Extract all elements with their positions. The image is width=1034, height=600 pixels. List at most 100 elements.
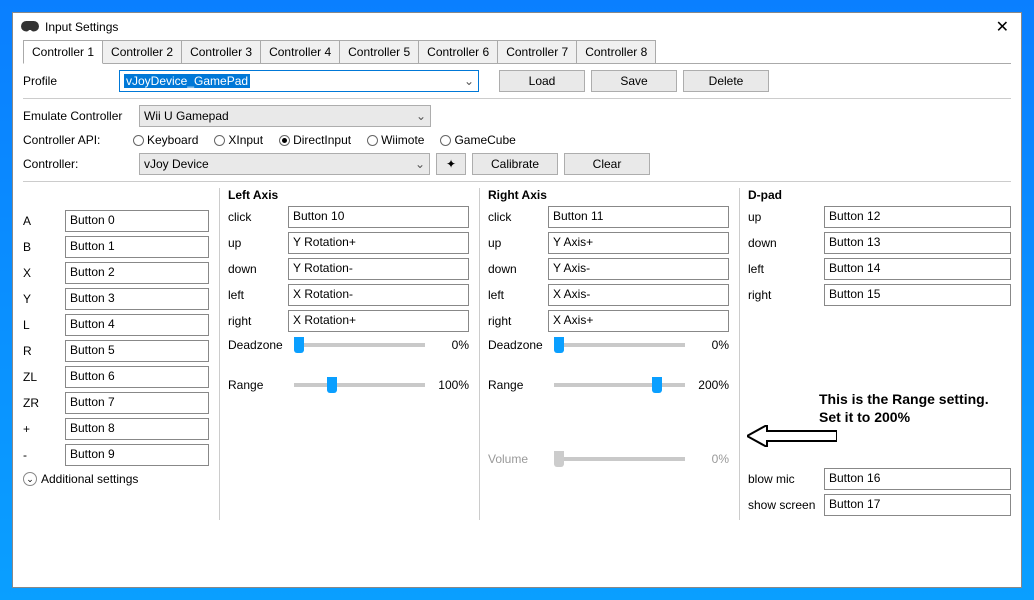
save-button[interactable]: Save	[591, 70, 677, 92]
right-axis-section: Right Axis clickButton 11 upY Axis+ down…	[479, 188, 729, 520]
blow-mic-label: blow mic	[748, 472, 824, 486]
tab-controller-7[interactable]: Controller 7	[497, 40, 577, 64]
tab-controller-6[interactable]: Controller 6	[418, 40, 498, 64]
key-zr: ZR	[23, 396, 65, 410]
emulate-row: Emulate Controller Wii U Gamepad ⌄	[23, 105, 1011, 127]
input-settings-window: Input Settings ✕ Controller 1 Controller…	[12, 12, 1022, 588]
key-y: Y	[23, 292, 65, 306]
tab-controller-1[interactable]: Controller 1	[23, 40, 103, 64]
bind-ra-click[interactable]: Button 11	[548, 206, 729, 228]
bind-y[interactable]: Button 3	[65, 288, 209, 310]
radio-keyboard[interactable]: Keyboard	[133, 133, 198, 147]
refresh-icon: ✦	[446, 157, 456, 171]
bind-a[interactable]: Button 0	[65, 210, 209, 232]
mapping-columns: AButton 0 BButton 1 XButton 2 YButton 3 …	[23, 188, 1011, 520]
volume-slider	[554, 457, 685, 461]
bind-show-screen[interactable]: Button 17	[824, 494, 1011, 516]
dpad-section: D-pad upButton 12 downButton 13 leftButt…	[739, 188, 1011, 520]
bind-zr[interactable]: Button 7	[65, 392, 209, 414]
tab-controller-8[interactable]: Controller 8	[576, 40, 656, 64]
bind-ra-down[interactable]: Y Axis-	[548, 258, 729, 280]
clear-button[interactable]: Clear	[564, 153, 650, 175]
api-label: Controller API:	[23, 133, 123, 147]
bind-ra-left[interactable]: X Axis-	[548, 284, 729, 306]
la-deadzone-slider[interactable]	[294, 343, 425, 347]
bind-la-left[interactable]: X Rotation-	[288, 284, 469, 306]
ra-deadzone-slider[interactable]	[554, 343, 685, 347]
key-b: B	[23, 240, 65, 254]
chevron-down-icon: ⌄	[23, 472, 37, 486]
tab-controller-2[interactable]: Controller 2	[102, 40, 182, 64]
additional-settings-toggle[interactable]: ⌄ Additional settings	[23, 472, 209, 486]
gamepad-icon	[21, 21, 39, 33]
key-zl: ZL	[23, 370, 65, 384]
annotation-text: This is the Range setting. Set it to 200…	[819, 391, 1009, 426]
profile-combobox[interactable]: vJoyDevice_GamePad ⌄	[119, 70, 479, 92]
load-button[interactable]: Load	[499, 70, 585, 92]
key-l: L	[23, 318, 65, 332]
delete-button[interactable]: Delete	[683, 70, 769, 92]
profile-row: Profile vJoyDevice_GamePad ⌄ Load Save D…	[23, 70, 1011, 92]
bind-dp-down[interactable]: Button 13	[824, 232, 1011, 254]
bind-blow-mic[interactable]: Button 16	[824, 468, 1011, 490]
left-axis-title: Left Axis	[228, 188, 469, 202]
bind-l[interactable]: Button 4	[65, 314, 209, 336]
arrow-icon	[747, 425, 837, 447]
bind-dp-up[interactable]: Button 12	[824, 206, 1011, 228]
content: Controller 1 Controller 2 Controller 3 C…	[13, 40, 1021, 528]
emulate-value: Wii U Gamepad	[144, 109, 229, 123]
bind-plus[interactable]: Button 8	[65, 418, 209, 440]
emulate-label: Emulate Controller	[23, 109, 133, 123]
key-plus: +	[23, 422, 65, 436]
bind-ra-right[interactable]: X Axis+	[548, 310, 729, 332]
right-axis-title: Right Axis	[488, 188, 729, 202]
tab-controller-4[interactable]: Controller 4	[260, 40, 340, 64]
titlebar: Input Settings ✕	[13, 13, 1021, 41]
close-button[interactable]: ✕	[992, 17, 1013, 37]
controller-row: Controller: vJoy Device ⌄ ✦ Calibrate Cl…	[23, 153, 1011, 175]
bind-b[interactable]: Button 1	[65, 236, 209, 258]
chevron-down-icon: ⌄	[464, 74, 474, 88]
tab-controller-3[interactable]: Controller 3	[181, 40, 261, 64]
profile-value: vJoyDevice_GamePad	[124, 74, 250, 88]
bind-zl[interactable]: Button 6	[65, 366, 209, 388]
buttons-section: AButton 0 BButton 1 XButton 2 YButton 3 …	[23, 188, 209, 520]
radio-directinput[interactable]: DirectInput	[279, 133, 351, 147]
additional-settings-label: Additional settings	[41, 472, 138, 486]
key-r: R	[23, 344, 65, 358]
window-title: Input Settings	[45, 20, 992, 34]
calibrate-button[interactable]: Calibrate	[472, 153, 558, 175]
la-range-slider[interactable]	[294, 383, 425, 387]
ra-range-slider[interactable]	[554, 383, 685, 387]
api-row: Controller API: Keyboard XInput DirectIn…	[23, 133, 1011, 147]
profile-label: Profile	[23, 74, 113, 88]
dpad-title: D-pad	[748, 188, 1011, 202]
key-minus: -	[23, 448, 65, 462]
refresh-button[interactable]: ✦	[436, 153, 466, 175]
radio-wiimote[interactable]: Wiimote	[367, 133, 424, 147]
controller-label: Controller:	[23, 157, 133, 171]
bind-la-right[interactable]: X Rotation+	[288, 310, 469, 332]
bind-minus[interactable]: Button 9	[65, 444, 209, 466]
bind-la-up[interactable]: Y Rotation+	[288, 232, 469, 254]
bind-la-down[interactable]: Y Rotation-	[288, 258, 469, 280]
left-axis-section: Left Axis clickButton 10 upY Rotation+ d…	[219, 188, 469, 520]
controller-value: vJoy Device	[144, 157, 209, 171]
bind-dp-left[interactable]: Button 14	[824, 258, 1011, 280]
bind-dp-right[interactable]: Button 15	[824, 284, 1011, 306]
bind-la-click[interactable]: Button 10	[288, 206, 469, 228]
key-x: X	[23, 266, 65, 280]
show-screen-label: show screen	[748, 498, 824, 512]
emulate-combobox[interactable]: Wii U Gamepad ⌄	[139, 105, 431, 127]
radio-gamecube[interactable]: GameCube	[440, 133, 515, 147]
bind-r[interactable]: Button 5	[65, 340, 209, 362]
radio-xinput[interactable]: XInput	[214, 133, 263, 147]
chevron-down-icon: ⌄	[416, 109, 426, 123]
key-a: A	[23, 214, 65, 228]
chevron-down-icon: ⌄	[415, 157, 425, 171]
bind-ra-up[interactable]: Y Axis+	[548, 232, 729, 254]
bind-x[interactable]: Button 2	[65, 262, 209, 284]
controller-combobox[interactable]: vJoy Device ⌄	[139, 153, 430, 175]
tabs: Controller 1 Controller 2 Controller 3 C…	[23, 40, 1011, 64]
tab-controller-5[interactable]: Controller 5	[339, 40, 419, 64]
